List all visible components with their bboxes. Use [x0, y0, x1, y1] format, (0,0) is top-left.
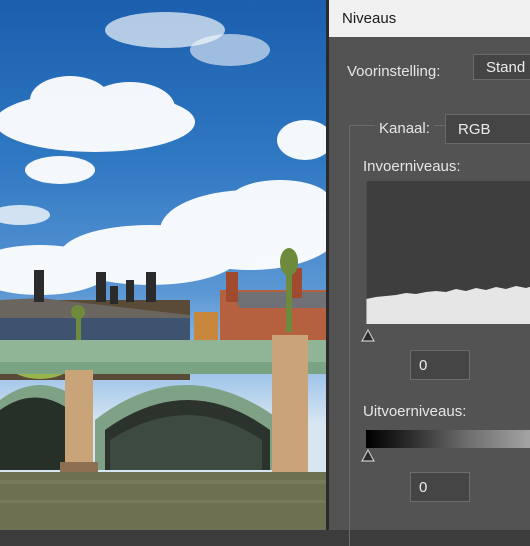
bridge-pier [65, 370, 93, 470]
channel-dropdown[interactable]: RGB [445, 114, 530, 144]
output-levels-label: Uitvoerniveaus: [363, 403, 467, 420]
bridge-pier [272, 335, 308, 475]
channel-label: Kanaal: [375, 120, 434, 137]
preset-dropdown[interactable]: Stand [473, 54, 530, 80]
preset-label: Voorinstelling: [347, 63, 441, 80]
dialog-title: Niveaus [342, 10, 397, 27]
input-slider-track[interactable] [365, 324, 530, 342]
input-black-point-handle[interactable] [361, 329, 375, 343]
output-black-point-handle[interactable] [361, 449, 375, 463]
dialog-titlebar[interactable]: Niveaus [329, 0, 530, 37]
westminster-bridge-photo [0, 12, 326, 530]
levels-dialog: Niveaus Voorinstelling: Stand Kanaal: RG… [326, 0, 530, 546]
photo-canvas [0, 0, 326, 530]
output-black-field[interactable]: 0 [410, 472, 470, 502]
input-levels-label: Invoerniveaus: [363, 158, 461, 175]
input-black-field[interactable]: 0 [410, 350, 470, 380]
output-gradient-bar [366, 430, 530, 448]
clouds [0, 12, 326, 295]
histogram [366, 181, 530, 324]
